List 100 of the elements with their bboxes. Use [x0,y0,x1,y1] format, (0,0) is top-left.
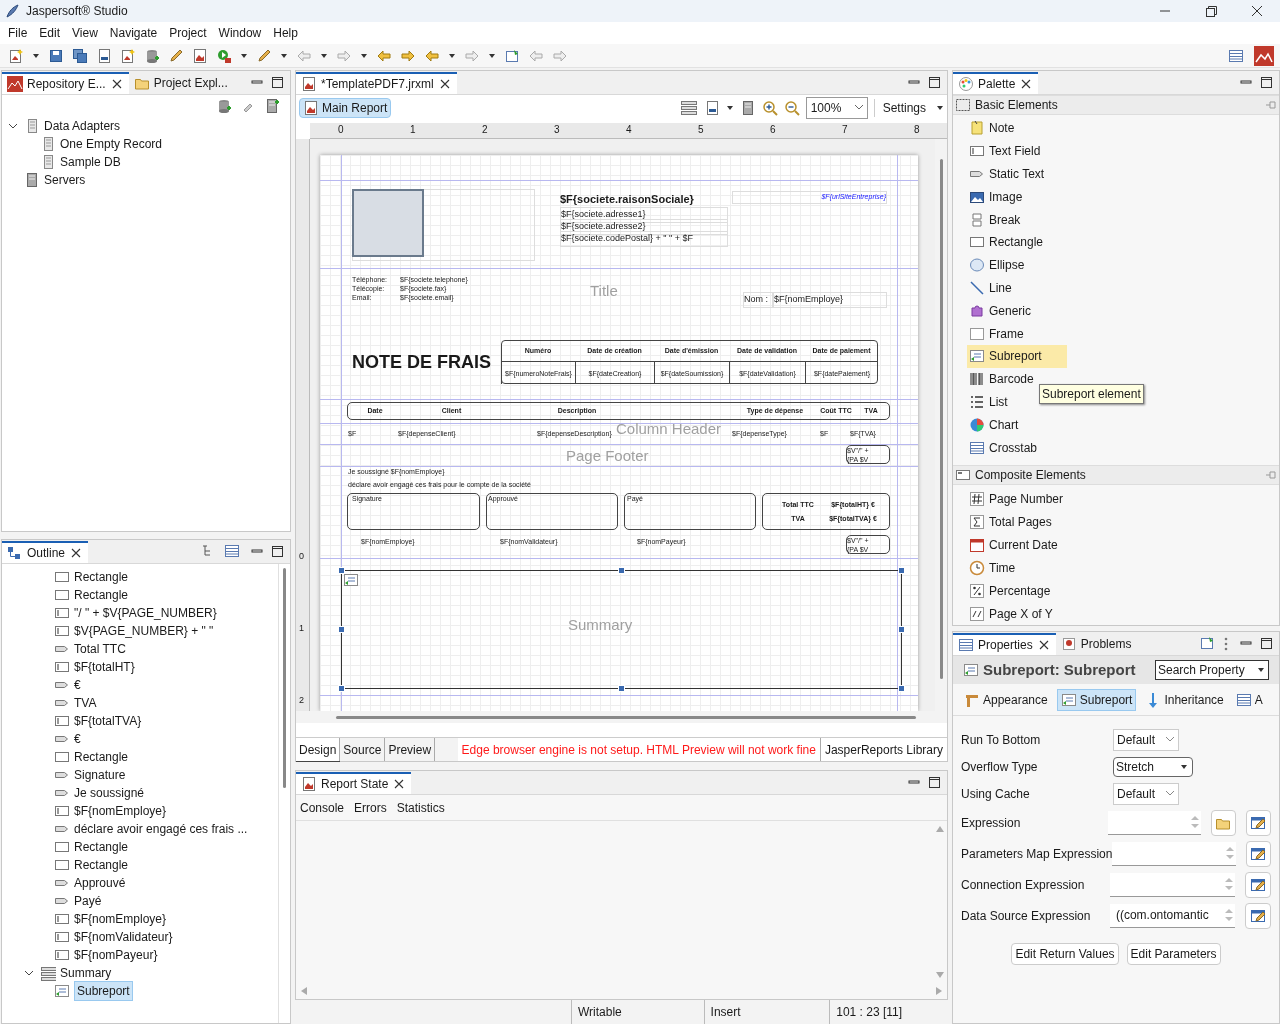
panel-tab[interactable]: Problems [1055,633,1137,655]
outline-item[interactable]: Approuvé [74,874,126,892]
resize-handle[interactable] [898,685,905,692]
outline-item[interactable]: Subreport [74,981,133,1001]
panel-tab[interactable]: Report State [296,772,412,794]
zoom-out-icon[interactable] [783,100,800,116]
panel-tab[interactable]: Outline [2,541,89,563]
resize-handle[interactable] [898,626,905,633]
palette-item[interactable]: Ellipse [967,253,1029,277]
palette-item[interactable]: Current Date [967,533,1062,556]
palette-item[interactable]: Image [967,185,1027,209]
outline-item[interactable]: Rectangle [74,856,129,874]
panel-tab[interactable]: Repository E... [2,72,129,94]
resize-handle[interactable] [338,626,345,633]
database-add-icon[interactable] [216,98,232,114]
palette-item[interactable]: Page Number [967,487,1068,510]
maximize-icon[interactable] [270,75,284,89]
browse-button[interactable] [1210,809,1236,836]
outline-item[interactable]: Summary [60,964,112,982]
section-tab[interactable]: Inheritance [1142,688,1227,711]
section-tab[interactable]: Subreport [1056,688,1137,711]
palette-item[interactable]: Frame [967,322,1028,345]
outline-item[interactable]: $F{nomEmploye} [74,910,167,928]
outline-item[interactable]: € [74,676,81,694]
expression-field[interactable] [1112,841,1236,866]
outline-item[interactable]: Rectangle [74,568,129,586]
main-report-button[interactable]: Main Report [299,98,392,118]
pin-icon[interactable] [504,47,520,64]
state-tab[interactable]: Errors [354,798,387,817]
outline-item[interactable]: TVA [74,694,97,712]
palette-item[interactable]: Generic [967,299,1036,323]
edit-expression-button[interactable] [1245,809,1271,836]
outline-item[interactable]: Rectangle [74,586,129,604]
outline-item[interactable]: $F{nomValidateur} [74,928,173,946]
perspective-icon[interactable] [1228,47,1244,64]
view-tab[interactable]: Preview [385,738,436,761]
select-field[interactable]: Default [1113,782,1179,805]
state-tab[interactable]: Statistics [396,798,445,817]
tree-item[interactable]: Sample DB [60,153,121,171]
outline-item[interactable]: Rectangle [74,838,129,856]
palette-item[interactable]: Barcode [967,367,1038,391]
scrollbar[interactable] [296,711,947,723]
edit-expression-button[interactable] [1245,902,1271,929]
expression-field[interactable] [1107,810,1201,835]
database-add-icon[interactable] [144,47,160,64]
palette-item[interactable]: Rectangle [967,231,1048,254]
caret-icon[interactable] [448,51,456,60]
palette-item[interactable]: Line [967,276,1016,300]
caret-icon[interactable] [280,51,288,60]
save-icon[interactable] [48,47,64,64]
outline-item[interactable]: Signature [74,766,126,784]
settings-button[interactable]: Settings [873,99,944,117]
outline-item[interactable]: Payé [74,892,102,910]
palette-item[interactable]: Text Field [967,139,1045,163]
palette-item[interactable]: Time [967,556,1020,579]
panel-tab[interactable]: Palette [953,72,1039,94]
caret-icon[interactable] [725,104,734,112]
palette-item[interactable]: Percentage [967,579,1055,602]
caret-icon[interactable] [32,51,40,60]
maximize-icon[interactable] [927,775,941,789]
maximize-icon[interactable] [270,544,284,558]
palette-item[interactable]: Chart [967,413,1023,437]
select-field[interactable]: Default [1113,728,1179,751]
resize-handle[interactable] [898,567,905,574]
state-tab[interactable]: Console [300,798,345,817]
palette-item[interactable]: Crosstab [967,436,1042,459]
bands-icon[interactable] [679,99,698,117]
menu-item[interactable]: Navigate [103,24,164,42]
outline-item[interactable]: déclare avoir engagé ces frais ... [74,820,248,838]
palette-item[interactable]: Break [967,208,1025,231]
server-add-icon[interactable] [264,98,280,114]
tree-item[interactable]: Data Adapters [44,117,121,135]
resize-handle[interactable] [618,567,625,574]
outline-item[interactable]: € [74,730,81,748]
resize-handle[interactable] [338,567,345,574]
caret-icon[interactable] [320,51,328,60]
palette-item[interactable]: Total Pages [967,510,1056,533]
palette-item[interactable]: Note [967,117,1019,140]
menu-item[interactable]: File [2,24,34,42]
new-file-icon[interactable] [8,47,24,64]
menu-item[interactable]: Project [163,24,213,42]
maximize-icon[interactable] [1259,75,1273,89]
outline-item[interactable]: $F{nomEmploye} [74,802,167,820]
outline-item[interactable]: $F{nomPayeur} [74,946,158,964]
maximize-icon[interactable] [927,75,941,89]
tree-item[interactable]: One Empty Record [60,135,163,153]
outline-item[interactable]: Total TTC [74,640,126,658]
outline-item[interactable]: Je soussigné [74,784,145,802]
run-icon[interactable] [216,47,232,64]
edit-expression-button[interactable] [1245,871,1271,898]
caret-icon[interactable] [360,51,368,60]
palette-item[interactable]: Page X of Y [967,602,1057,625]
tree-item[interactable]: Servers [44,171,86,189]
select-field[interactable]: Stretch [1113,756,1193,777]
save-all-icon[interactable] [72,47,88,64]
jaspersoft-icon[interactable] [1254,45,1274,66]
menu-item[interactable]: Edit [33,24,67,42]
resize-handle[interactable] [618,685,625,692]
panel-tab[interactable]: *TemplatePDF7.jrxml [296,72,457,94]
panel-tab[interactable]: Project Expl... [128,72,233,94]
